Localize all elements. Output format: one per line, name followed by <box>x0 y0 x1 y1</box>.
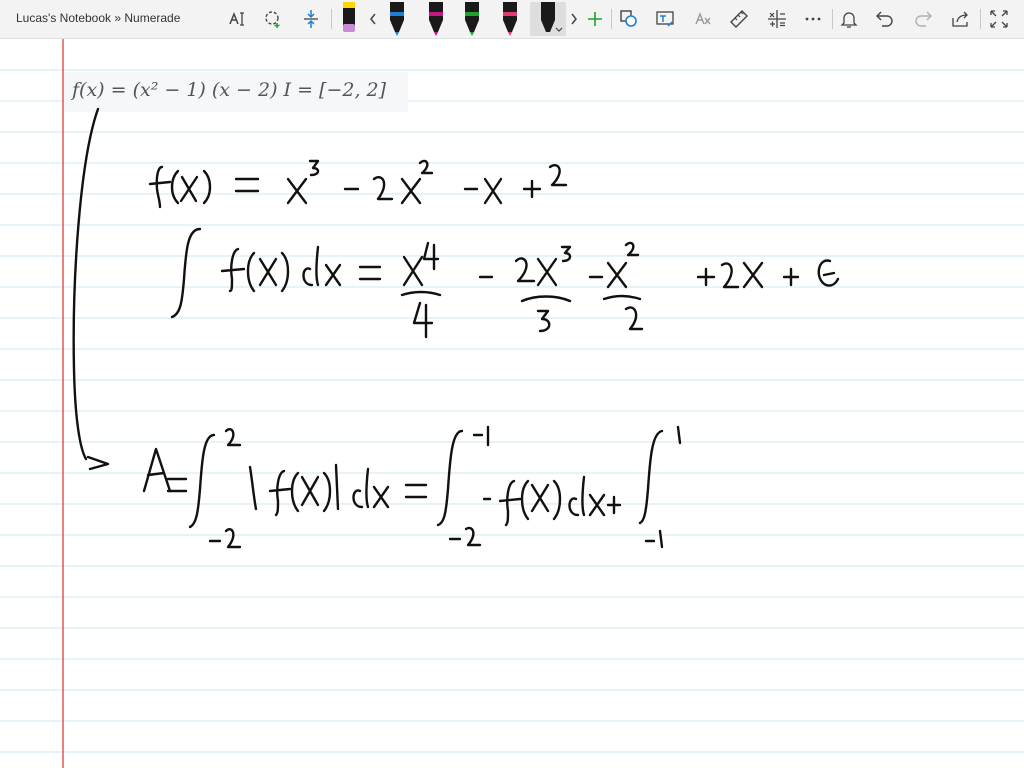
pen-black-icon[interactable] <box>530 2 566 36</box>
pen-green-icon[interactable] <box>461 2 483 36</box>
insert-space-icon[interactable] <box>300 4 322 34</box>
lasso-select-icon[interactable] <box>262 4 284 34</box>
notifications-icon[interactable] <box>838 4 860 34</box>
chevron-left-icon[interactable] <box>366 4 380 34</box>
toolbar-divider <box>980 9 981 29</box>
redo-icon[interactable] <box>912 4 934 34</box>
lasso-text-select-icon[interactable] <box>226 4 248 34</box>
pen-magenta-icon[interactable] <box>425 2 447 36</box>
toolbar-divider <box>611 9 612 29</box>
toolbar-divider <box>331 9 332 29</box>
chevron-right-icon[interactable] <box>567 4 581 34</box>
notebook-page[interactable]: f(x) = (x² − 1) (x − 2) I = [−2, 2] <box>0 39 1024 768</box>
ink-to-math-icon[interactable] <box>692 4 714 34</box>
ink-to-text-icon[interactable] <box>654 4 676 34</box>
ruler-icon[interactable] <box>728 4 750 34</box>
toolbar-divider <box>832 9 833 29</box>
ink-to-shape-icon[interactable] <box>618 4 640 34</box>
undo-icon[interactable] <box>874 4 896 34</box>
add-pen-icon[interactable] <box>585 4 605 34</box>
more-icon[interactable] <box>802 4 824 34</box>
toolbar: Lucas's Notebook » Numerade <box>0 0 1024 39</box>
fullscreen-icon[interactable] <box>988 4 1010 34</box>
math-icon[interactable] <box>766 4 788 34</box>
pen-pink-icon[interactable] <box>499 2 521 36</box>
eraser-icon[interactable] <box>338 2 360 34</box>
window-title: Lucas's Notebook » Numerade <box>16 11 181 25</box>
share-icon[interactable] <box>950 4 972 34</box>
pen-blue-icon[interactable] <box>386 2 408 36</box>
handwritten-ink[interactable] <box>0 39 1024 768</box>
